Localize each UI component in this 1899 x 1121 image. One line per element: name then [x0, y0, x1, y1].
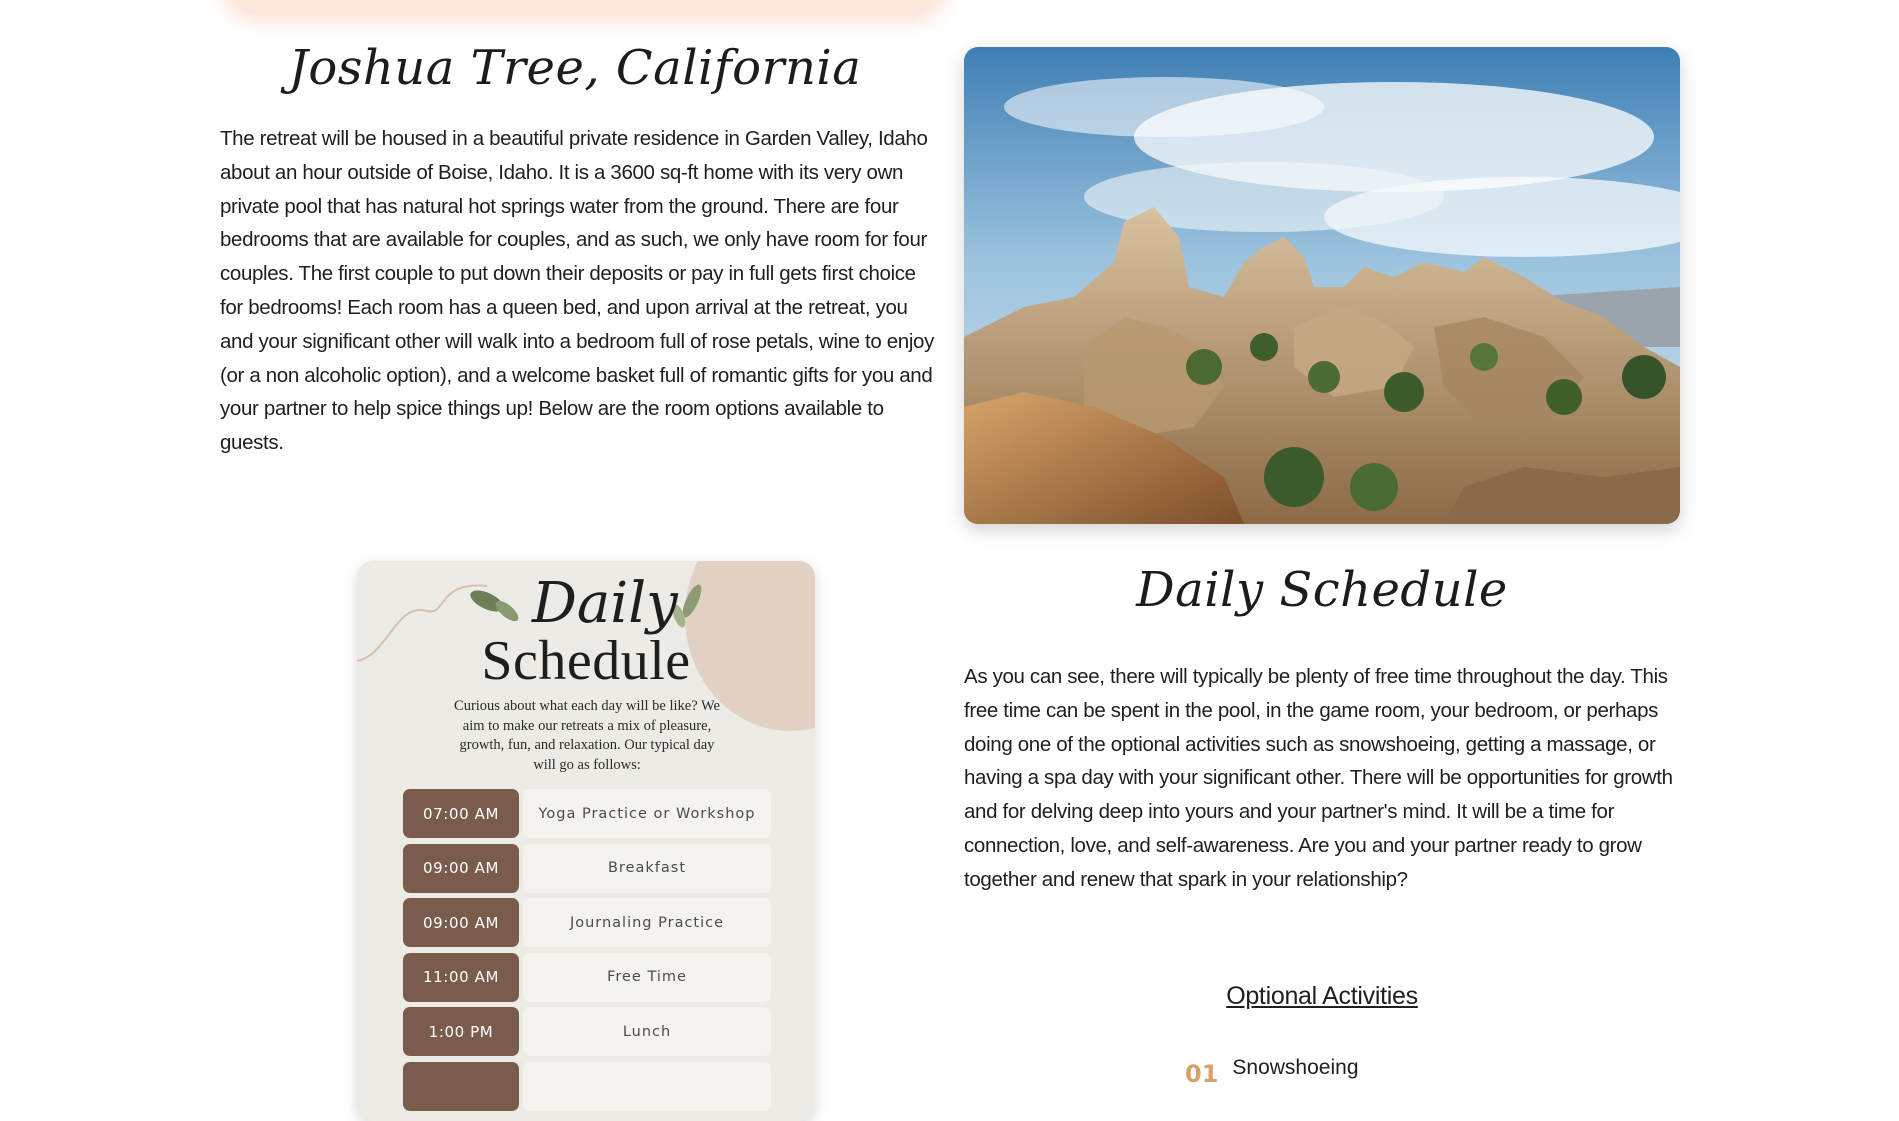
optional-activity-item: 01 Snowshoeing — [1185, 1052, 1359, 1088]
optional-activities-heading: Optional Activities — [1226, 982, 1418, 1010]
schedule-row: 09:00 AM Journaling Practice — [403, 898, 771, 947]
activity-number: 01 — [1185, 1060, 1219, 1088]
schedule-time: 09:00 AM — [403, 898, 519, 947]
card-intro-text: Curious about what each day will be like… — [454, 698, 720, 773]
schedule-activity: Yoga Practice or Workshop — [523, 789, 771, 838]
card-script-word: Daily — [532, 571, 678, 636]
daily-schedule-title: Daily Schedule — [1136, 562, 1508, 618]
schedule-row: 07:00 AM Yoga Practice or Workshop — [403, 789, 771, 838]
schedule-activity: Breakfast — [523, 843, 771, 893]
schedule-row: 1:00 PM Lunch — [403, 1007, 771, 1056]
schedule-row: 11:00 AM Free Time — [403, 952, 771, 1002]
activity-label: Snowshoeing — [1232, 1056, 1359, 1079]
schedule-list: 07:00 AM Yoga Practice or Workshop 09:00… — [403, 789, 771, 1116]
schedule-row: 09:00 AM Breakfast — [403, 843, 771, 893]
top-decorative-banner — [220, 0, 950, 12]
schedule-activity: Journaling Practice — [523, 898, 771, 947]
schedule-time: 07:00 AM — [403, 789, 519, 838]
schedule-activity: Free Time — [523, 952, 771, 1002]
daily-schedule-description: As you can see, there will typically be … — [964, 665, 1673, 891]
location-description: The retreat will be housed in a beautifu… — [220, 127, 934, 455]
schedule-time: 11:00 AM — [403, 952, 519, 1002]
schedule-time: 09:00 AM — [403, 843, 519, 893]
location-title: Joshua Tree, California — [288, 40, 862, 96]
schedule-row — [403, 1061, 771, 1111]
schedule-time — [403, 1061, 519, 1111]
schedule-activity — [523, 1061, 771, 1111]
card-heading: Schedule — [481, 630, 691, 692]
daily-schedule-card: Daily Schedule Curious about what each d… — [357, 561, 815, 1121]
joshua-tree-rocks-photo — [964, 47, 1680, 524]
schedule-time: 1:00 PM — [403, 1007, 519, 1056]
schedule-activity: Lunch — [523, 1007, 771, 1056]
